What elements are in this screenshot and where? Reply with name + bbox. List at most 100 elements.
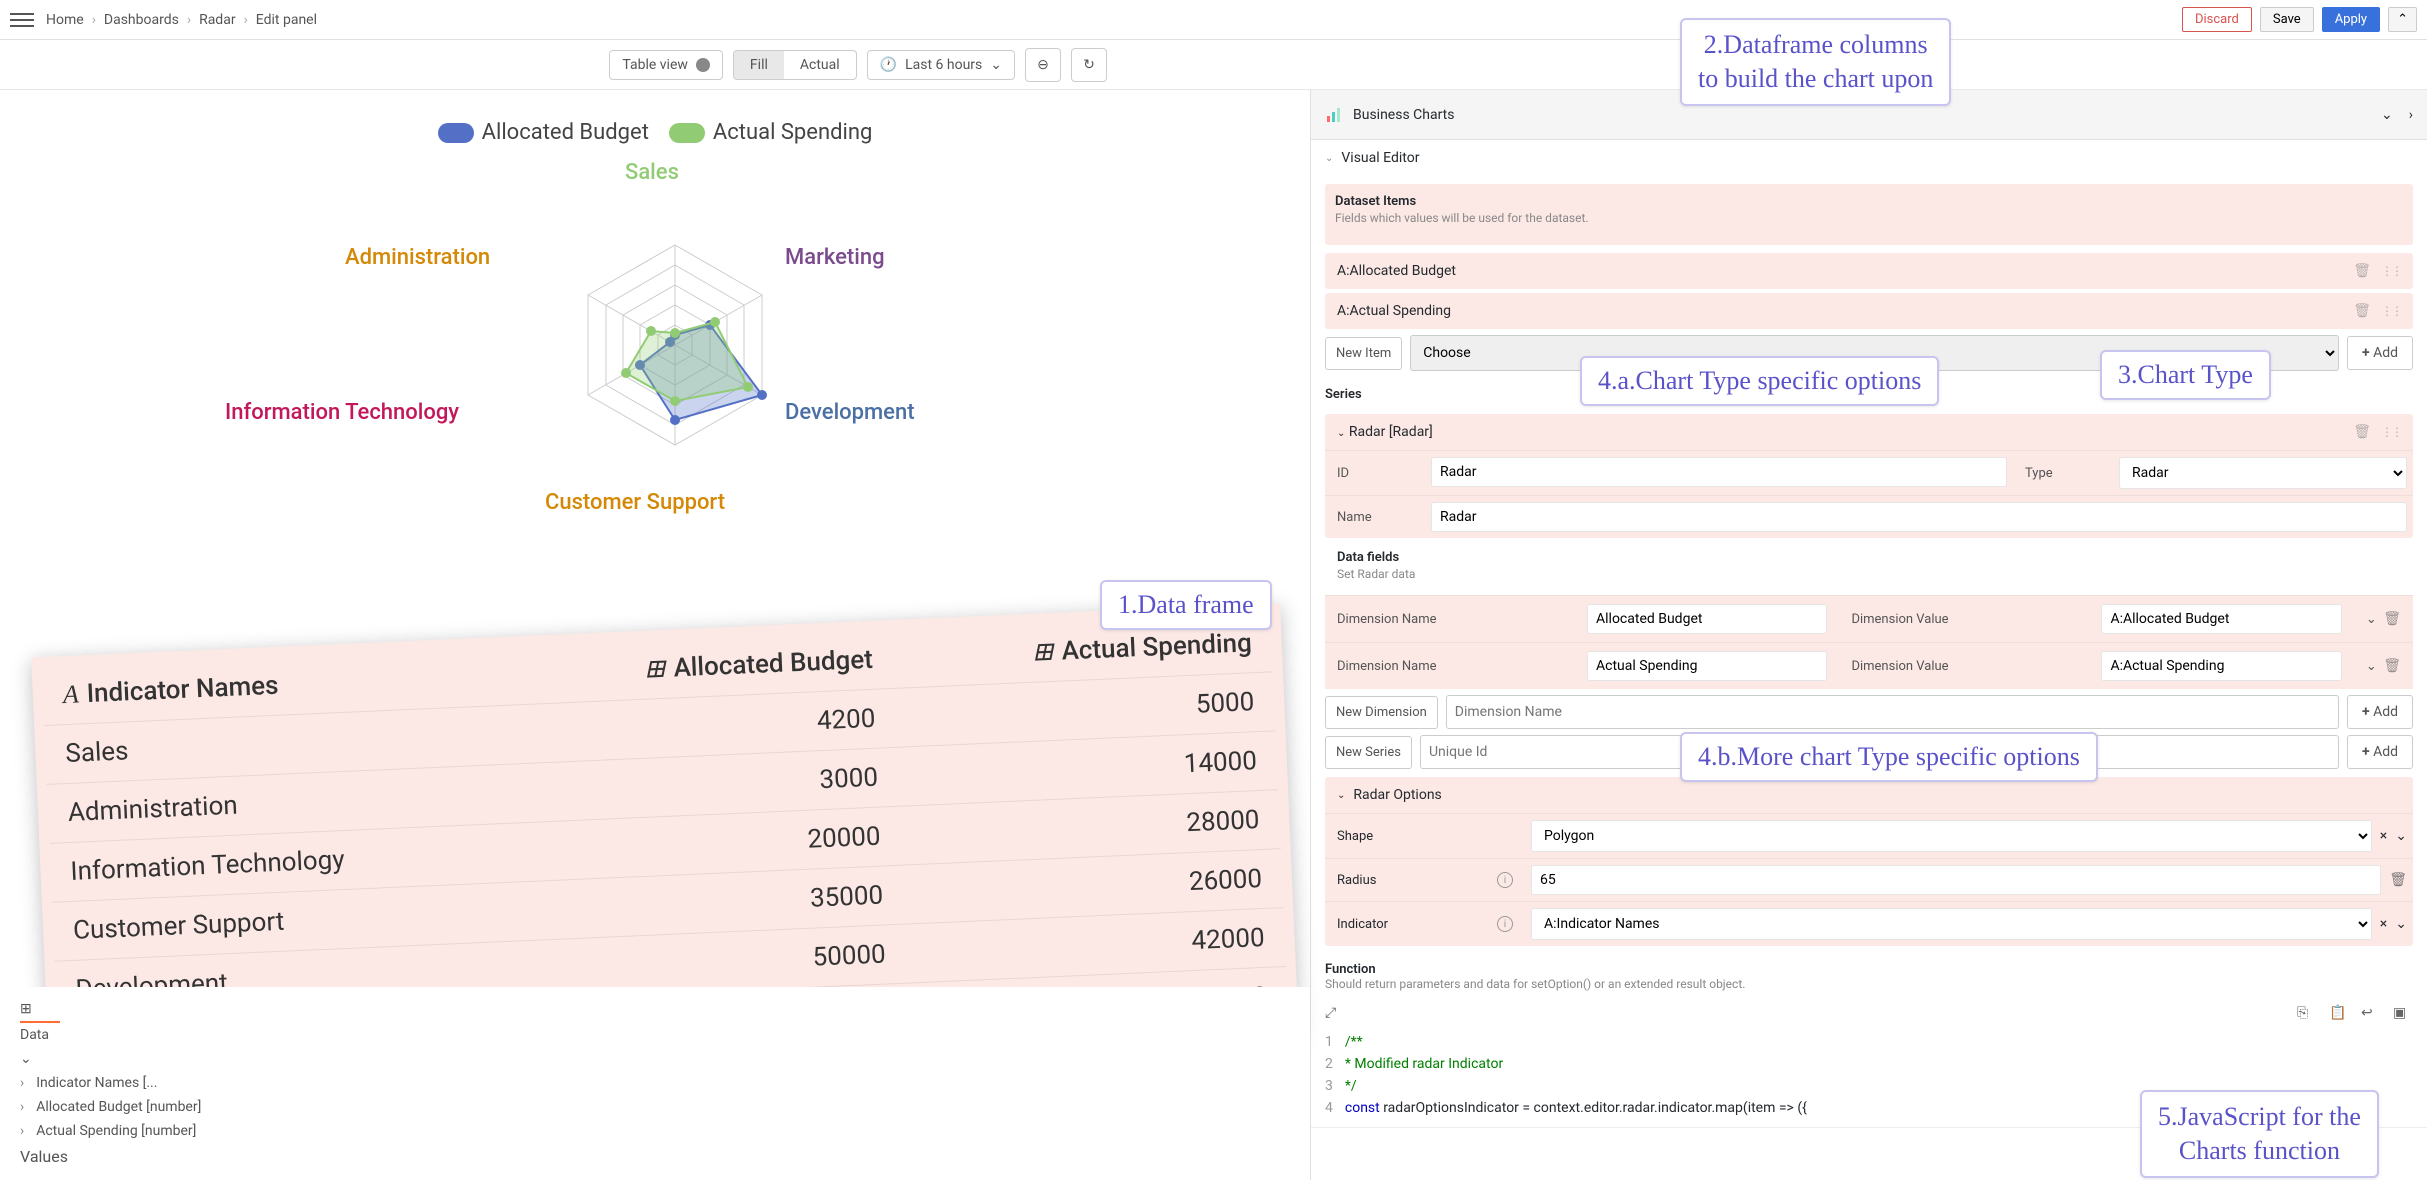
- field-allocated-budget[interactable]: Allocated Budget [number]: [36, 1099, 201, 1115]
- chevron-right-icon[interactable]: ›: [20, 1123, 24, 1139]
- chevron-down-icon[interactable]: ⌄: [2366, 659, 2377, 674]
- add-dimension-button[interactable]: Add: [2347, 695, 2413, 729]
- indicator-select[interactable]: A:Indicator Names: [1531, 908, 2372, 940]
- zoom-out-icon: ⊖: [1037, 57, 1049, 73]
- chevron-right-icon[interactable]: ›: [2409, 107, 2413, 123]
- close-icon[interactable]: ×: [2380, 828, 2387, 844]
- new-dimension-input[interactable]: [1446, 695, 2339, 729]
- close-icon[interactable]: ×: [2380, 916, 2387, 932]
- radar-options-header[interactable]: ⌄Radar Options: [1325, 777, 2413, 813]
- trash-icon[interactable]: [2353, 303, 2371, 319]
- trash-icon[interactable]: [2353, 424, 2371, 440]
- info-icon[interactable]: i: [1497, 916, 1513, 932]
- function-desc: Should return parameters and data for se…: [1325, 977, 2413, 991]
- zoom-out-button[interactable]: ⊖: [1025, 48, 1061, 82]
- trash-icon[interactable]: [2389, 872, 2407, 888]
- fill-button[interactable]: Fill: [734, 51, 784, 79]
- refresh-icon: ↻: [1083, 57, 1095, 73]
- menu-icon[interactable]: [10, 8, 34, 32]
- dataset-item[interactable]: A:Allocated Budget: [1325, 253, 2413, 289]
- chart-legend: Allocated Budget Actual Spending: [30, 120, 1280, 145]
- annotation-5: 5.JavaScript for the Charts function: [2140, 1090, 2379, 1178]
- discard-button[interactable]: Discard: [2182, 7, 2252, 32]
- legend-swatch-green: [669, 123, 705, 143]
- refresh-button[interactable]: ↻: [1071, 48, 1107, 82]
- dim-name-input[interactable]: [1587, 651, 1827, 681]
- axis-label-it: Information Technology: [225, 400, 459, 425]
- info-icon[interactable]: i: [1497, 872, 1513, 888]
- breadcrumb-edit: Edit panel: [256, 12, 317, 28]
- paste-icon[interactable]: 📋: [2329, 1005, 2349, 1025]
- type-label: Type: [2013, 451, 2113, 495]
- values-section-header[interactable]: Values: [20, 1147, 68, 1166]
- id-input[interactable]: [1431, 457, 2007, 487]
- trash-icon[interactable]: [2353, 263, 2371, 279]
- chevron-right-icon[interactable]: ›: [20, 1099, 24, 1115]
- dataset-items-label: Dataset Items: [1335, 194, 2403, 209]
- query-panel: ⊞ Data ⌄ › Indicator Names [... › Allocate…: [0, 987, 1310, 1180]
- breadcrumb-home[interactable]: Home: [46, 12, 84, 28]
- data-fields-desc: Set Radar data: [1337, 567, 2401, 581]
- wrap-icon[interactable]: ↩: [2361, 1005, 2381, 1025]
- data-tab-icon[interactable]: ⊞: [20, 1001, 32, 1017]
- breadcrumb-dashboards[interactable]: Dashboards: [104, 12, 179, 28]
- dataset-item[interactable]: A:Actual Spending: [1325, 293, 2413, 329]
- data-fields-label: Data fields: [1337, 550, 2401, 565]
- chevron-down-icon[interactable]: ⌄: [2395, 916, 2407, 932]
- actual-button[interactable]: Actual: [784, 51, 856, 79]
- field-indicator-names[interactable]: Indicator Names [...: [36, 1075, 157, 1091]
- dim-value-input[interactable]: [2101, 651, 2341, 681]
- data-label: Data: [20, 1027, 49, 1043]
- breadcrumb-radar[interactable]: Radar: [199, 12, 236, 28]
- dim-name-label: Dimension Name: [1325, 596, 1575, 642]
- radar-chart: Sales Marketing Development Customer Sup…: [305, 155, 1005, 575]
- breadcrumb: Home› Dashboards› Radar› Edit panel: [46, 12, 317, 28]
- number-column-icon: ⊞: [643, 654, 666, 685]
- expand-icon[interactable]: ⤢: [1325, 1005, 1345, 1025]
- trash-icon[interactable]: [2383, 611, 2401, 627]
- drag-icon[interactable]: [2381, 263, 2401, 279]
- axis-label-customer-support: Customer Support: [545, 490, 725, 515]
- name-label: Name: [1325, 496, 1425, 538]
- axis-label-administration: Administration: [345, 245, 490, 270]
- save-button[interactable]: Save: [2260, 7, 2314, 32]
- fullscreen-icon[interactable]: ▣: [2393, 1005, 2413, 1025]
- trash-icon[interactable]: [2383, 658, 2401, 674]
- add-series-button[interactable]: Add: [2347, 735, 2413, 769]
- panel-collapse-button[interactable]: ⌃: [2388, 7, 2417, 32]
- chevron-down-icon[interactable]: ⌄: [2395, 828, 2407, 844]
- chart-preview-pane: Allocated Budget Actual Spending Sales M…: [0, 90, 1310, 1180]
- chevron-down-icon: ⌄: [990, 57, 1002, 73]
- name-input[interactable]: [1431, 502, 2407, 532]
- radius-input[interactable]: [1531, 865, 2381, 895]
- table-view-toggle[interactable]: Table view: [609, 50, 723, 80]
- chevron-down-icon[interactable]: ⌄: [2381, 107, 2393, 123]
- copy-icon[interactable]: ⎘: [2297, 1005, 2317, 1025]
- annotation-4b: 4.b.More chart Type specific options: [1680, 732, 2098, 782]
- chevron-down-icon[interactable]: ⌄: [2366, 612, 2377, 627]
- time-range-picker[interactable]: 🕐 Last 6 hours ⌄: [867, 50, 1015, 80]
- options-pane: Business Charts ⌄ › ⌄Visual Editor Datas…: [1310, 90, 2427, 1180]
- annotation-3: 3.Chart Type: [2100, 350, 2271, 400]
- add-item-button[interactable]: Add: [2347, 336, 2413, 370]
- dim-value-input[interactable]: [2101, 604, 2341, 634]
- annotation-1: 1.Data frame: [1100, 580, 1272, 630]
- visual-editor-header[interactable]: ⌄Visual Editor: [1311, 140, 2427, 176]
- fill-actual-segment: Fill Actual: [733, 50, 857, 80]
- series-header[interactable]: ⌄ Radar [Radar]: [1325, 414, 2413, 450]
- dim-name-input[interactable]: [1587, 604, 1827, 634]
- chevron-down-icon[interactable]: ⌄: [20, 1051, 32, 1067]
- toggle-off-icon: [696, 58, 710, 72]
- drag-icon[interactable]: [2381, 424, 2401, 440]
- drag-icon[interactable]: [2381, 303, 2401, 319]
- field-actual-spending[interactable]: Actual Spending [number]: [36, 1123, 196, 1139]
- panel-toolbar: Table view Fill Actual 🕐 Last 6 hours ⌄ …: [0, 40, 2427, 90]
- type-select[interactable]: Radar: [2119, 457, 2407, 489]
- dim-value-label: Dimension Value: [1839, 643, 2089, 689]
- id-label: ID: [1325, 451, 1425, 495]
- annotation-4a: 4.a.Chart Type specific options: [1580, 356, 1939, 406]
- apply-button[interactable]: Apply: [2322, 7, 2380, 32]
- shape-select[interactable]: Polygon: [1531, 820, 2372, 852]
- axis-label-sales: Sales: [625, 160, 679, 185]
- chevron-right-icon[interactable]: ›: [20, 1075, 24, 1091]
